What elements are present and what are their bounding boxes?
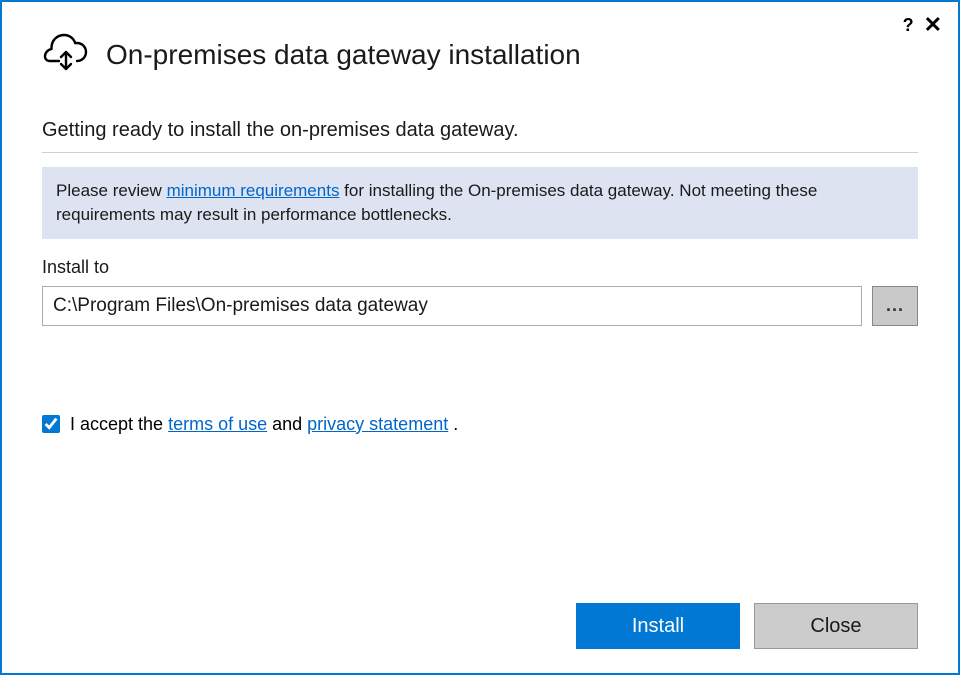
requirements-banner: Please review minimum requirements for i…	[42, 167, 918, 239]
cloud-upload-icon	[42, 30, 90, 79]
accept-row: I accept the terms of use and privacy st…	[42, 414, 918, 435]
accept-prefix: I accept the	[70, 414, 168, 434]
browse-button[interactable]: ...	[872, 286, 918, 326]
install-path-input[interactable]	[42, 286, 862, 326]
install-to-label: Install to	[42, 257, 918, 278]
privacy-statement-link[interactable]: privacy statement	[307, 414, 448, 434]
accept-middle: and	[267, 414, 307, 434]
header: On-premises data gateway installation	[42, 30, 918, 79]
install-button[interactable]: Install	[576, 603, 740, 649]
accept-suffix: .	[448, 414, 458, 434]
close-button[interactable]: Close	[754, 603, 918, 649]
page-title: On-premises data gateway installation	[106, 39, 581, 71]
terms-of-use-link[interactable]: terms of use	[168, 414, 267, 434]
help-icon[interactable]: ?	[903, 15, 914, 36]
minimum-requirements-link[interactable]: minimum requirements	[167, 181, 340, 200]
close-icon[interactable]: ✕	[924, 14, 942, 36]
subtitle: Getting ready to install the on-premises…	[42, 119, 918, 153]
banner-prefix: Please review	[56, 181, 167, 200]
accept-checkbox[interactable]	[42, 415, 60, 433]
